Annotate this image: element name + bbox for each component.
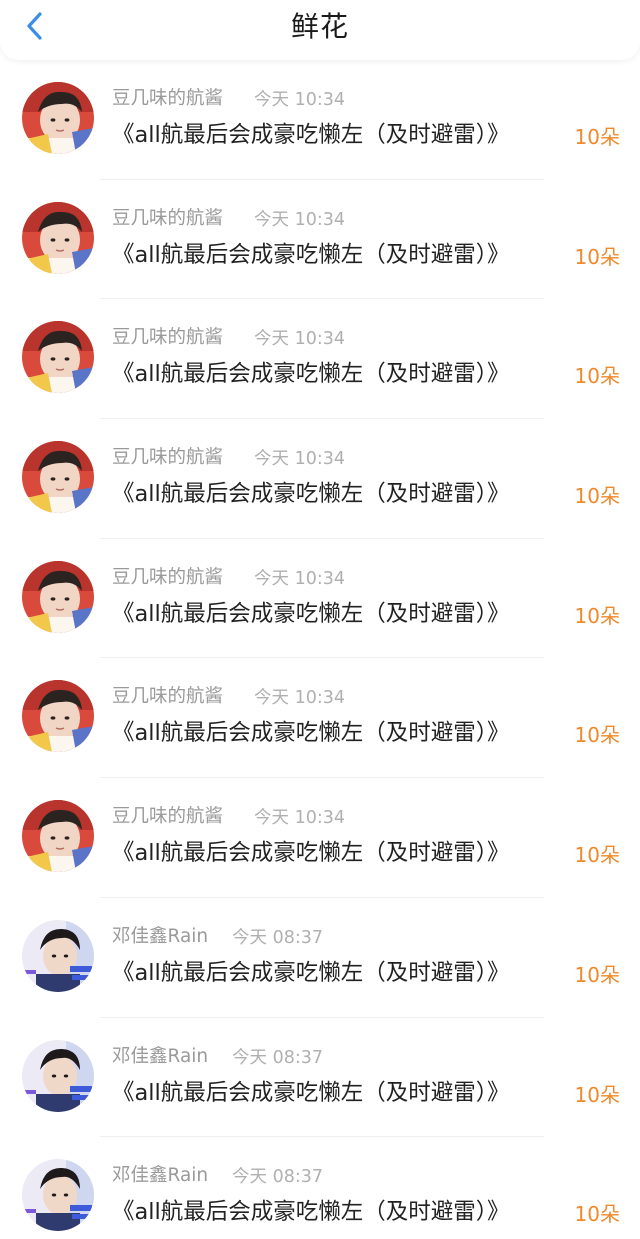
flower-count: 10朵	[574, 484, 620, 509]
avatar-image[interactable]	[22, 800, 94, 873]
work-title[interactable]: 《all航最后会成豪吃懒左（及时避雷）》	[112, 240, 510, 270]
username[interactable]: 邓佳鑫Rain	[112, 1045, 208, 1069]
user-avatar[interactable]	[22, 441, 94, 514]
timestamp: 今天 08:37	[232, 1047, 323, 1068]
username[interactable]: 豆几味的航酱	[112, 326, 223, 350]
avatar-image[interactable]	[22, 441, 94, 514]
work-title[interactable]: 《all航最后会成豪吃懒左（及时避雷）》	[112, 479, 510, 509]
work-title[interactable]: 《all航最后会成豪吃懒左（及时避雷）》	[112, 359, 510, 389]
flower-record-row[interactable]: 豆几味的航酱 今天 10:34 《all航最后会成豪吃懒左（及时避雷）》 10朵	[0, 539, 640, 659]
username[interactable]: 豆几味的航酱	[112, 805, 223, 829]
username[interactable]: 豆几味的航酱	[112, 207, 223, 231]
timestamp: 今天 10:34	[254, 688, 345, 709]
timestamp: 今天 10:34	[254, 209, 345, 230]
timestamp: 今天 10:34	[254, 329, 345, 350]
timestamp: 今天 08:37	[232, 927, 323, 948]
flower-record-row[interactable]: 豆几味的航酱 今天 10:34 《all航最后会成豪吃懒左（及时避雷）》 10朵	[0, 658, 640, 779]
work-title[interactable]: 《all航最后会成豪吃懒左（及时避雷）》	[112, 838, 510, 868]
username[interactable]: 豆几味的航酱	[112, 685, 223, 709]
avatar-image[interactable]	[22, 1159, 94, 1232]
flower-record-row[interactable]: 邓佳鑫Rain 今天 08:37 《all航最后会成豪吃懒左（及时避雷）》 10…	[0, 1018, 640, 1138]
flower-record-row[interactable]: 豆几味的航酱 今天 10:34 《all航最后会成豪吃懒左（及时避雷）》 10朵	[0, 60, 640, 180]
username[interactable]: 豆几味的航酱	[112, 87, 223, 111]
flowers-page: 鲜花 豆几味的航酱 今天 10:34 《all航最后会成豪吃懒左（及时避雷）》 …	[0, 0, 640, 1239]
avatar-image[interactable]	[22, 1039, 94, 1112]
timestamp: 今天 08:37	[232, 1167, 323, 1188]
user-avatar[interactable]	[22, 201, 94, 274]
flower-record-row[interactable]: 豆几味的航酱 今天 10:34 《all航最后会成豪吃懒左（及时避雷）》 10朵	[0, 419, 640, 539]
username[interactable]: 豆几味的航酱	[112, 446, 223, 470]
user-avatar[interactable]	[22, 680, 94, 753]
flower-count: 10朵	[574, 843, 620, 868]
user-avatar[interactable]	[22, 321, 94, 394]
work-title[interactable]: 《all航最后会成豪吃懒左（及时避雷）》	[112, 958, 510, 988]
flower-count: 10朵	[574, 125, 620, 149]
flower-count: 10朵	[574, 603, 620, 628]
avatar-image[interactable]	[22, 919, 94, 992]
user-avatar[interactable]	[22, 82, 94, 154]
username[interactable]: 邓佳鑫Rain	[112, 1164, 208, 1188]
avatar-image[interactable]	[22, 560, 94, 633]
flower-count: 10朵	[574, 723, 620, 748]
flower-count: 10朵	[574, 244, 620, 269]
flower-record-row[interactable]: 豆几味的航酱 今天 10:34 《all航最后会成豪吃懒左（及时避雷）》 10朵	[0, 778, 640, 898]
user-avatar[interactable]	[22, 1039, 94, 1112]
work-title[interactable]: 《all航最后会成豪吃懒左（及时避雷）》	[112, 1078, 510, 1108]
flower-count: 10朵	[574, 962, 620, 987]
timestamp: 今天 10:34	[254, 449, 345, 470]
avatar-image[interactable]	[22, 680, 94, 753]
timestamp: 今天 10:34	[254, 808, 345, 829]
work-title[interactable]: 《all航最后会成豪吃懒左（及时避雷）》	[112, 599, 510, 629]
avatar-image[interactable]	[22, 201, 94, 274]
page-title: 鲜花	[290, 10, 349, 43]
avatar-image[interactable]	[22, 82, 94, 154]
user-avatar[interactable]	[22, 560, 94, 633]
work-title[interactable]: 《all航最后会成豪吃懒左（及时避雷）》	[112, 120, 510, 150]
user-avatar[interactable]	[22, 1159, 94, 1232]
flower-count: 10朵	[574, 1202, 620, 1227]
flower-record-row[interactable]: 豆几味的航酱 今天 10:34 《all航最后会成豪吃懒左（及时避雷）》 10朵	[0, 180, 640, 300]
user-avatar[interactable]	[22, 800, 94, 873]
timestamp: 今天 10:34	[254, 568, 345, 589]
username[interactable]: 豆几味的航酱	[112, 566, 223, 590]
flower-record-row[interactable]: 豆几味的航酱 今天 10:34 《all航最后会成豪吃懒左（及时避雷）》 10朵	[0, 299, 640, 420]
user-avatar[interactable]	[22, 919, 94, 992]
flower-record-list: 豆几味的航酱 今天 10:34 《all航最后会成豪吃懒左（及时避雷）》 10朵…	[0, 60, 640, 1239]
flower-record-row[interactable]: 邓佳鑫Rain 今天 08:37 《all航最后会成豪吃懒左（及时避雷）》 10…	[0, 1137, 640, 1239]
flower-record-row[interactable]: 邓佳鑫Rain 今天 08:37 《all航最后会成豪吃懒左（及时避雷）》 10…	[0, 898, 640, 1018]
top-bar: 鲜花	[0, 0, 640, 60]
username[interactable]: 邓佳鑫Rain	[112, 925, 208, 949]
avatar-image[interactable]	[22, 321, 94, 394]
work-title[interactable]: 《all航最后会成豪吃懒左（及时避雷）》	[112, 1197, 510, 1227]
flower-count: 10朵	[574, 1082, 620, 1107]
work-title[interactable]: 《all航最后会成豪吃懒左（及时避雷）》	[112, 718, 510, 748]
timestamp: 今天 10:34	[254, 90, 345, 110]
flower-count: 10朵	[574, 364, 620, 389]
